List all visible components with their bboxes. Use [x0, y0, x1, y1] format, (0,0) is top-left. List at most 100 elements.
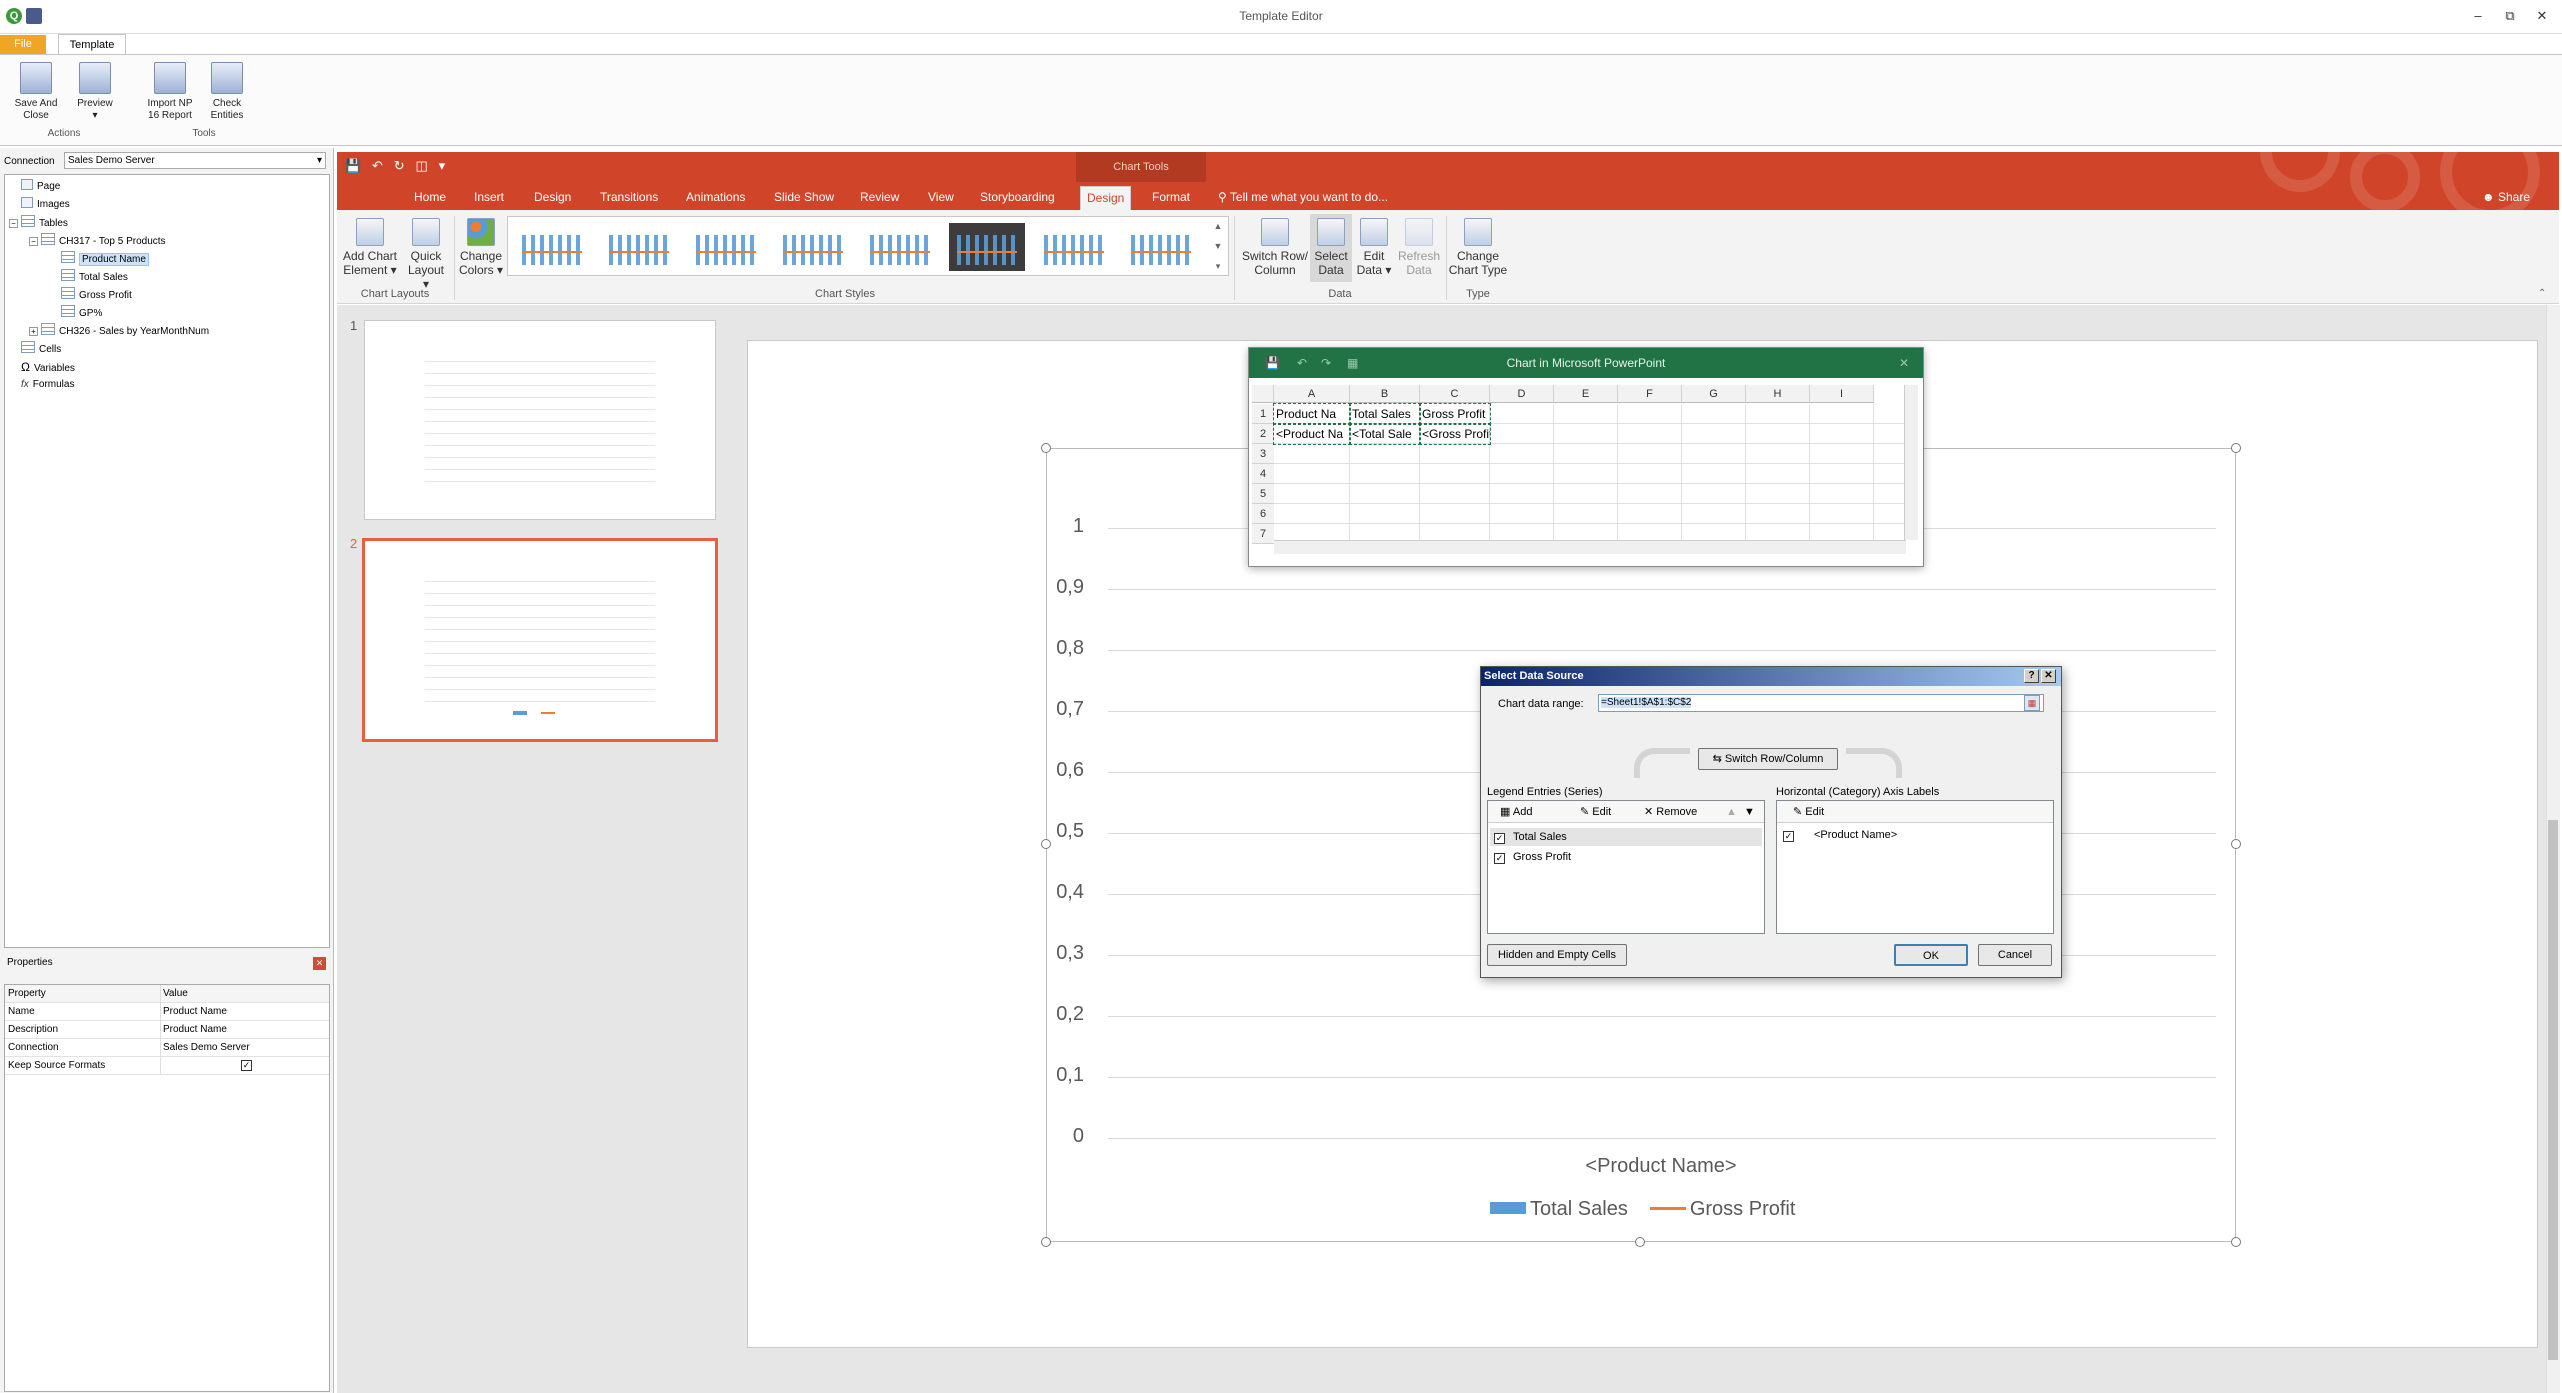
tab-chart-design[interactable]: Design: [1080, 186, 1132, 210]
hidden-and-empty-cells-button[interactable]: Hidden and Empty Cells: [1487, 944, 1627, 966]
series-item-gross-profit[interactable]: ✓ Gross Profit: [1490, 848, 1762, 866]
move-down-icon[interactable]: ▼: [1744, 803, 1755, 821]
column-header[interactable]: E: [1554, 385, 1618, 403]
tab-animations[interactable]: Animations: [680, 186, 751, 210]
refresh-data-button[interactable]: Refresh Data: [1396, 218, 1442, 277]
tree-item-total-sales[interactable]: Total Sales: [61, 269, 128, 285]
redo-icon[interactable]: ↻: [394, 158, 405, 173]
tell-me-search[interactable]: ⚲ Tell me what you want to do...: [1218, 186, 1388, 208]
tree-item-images[interactable]: Images: [21, 197, 70, 213]
series-item-total-sales[interactable]: ✓ Total Sales: [1490, 828, 1762, 846]
resize-handle[interactable]: [1041, 443, 1051, 453]
column-header[interactable]: D: [1490, 385, 1554, 403]
row-header[interactable]: 4: [1252, 464, 1274, 484]
tab-format[interactable]: Format: [1146, 186, 1196, 210]
edit-data-button[interactable]: Edit Data ▾: [1354, 218, 1394, 277]
cell-a1[interactable]: Product Na: [1273, 403, 1351, 425]
chart-style-8[interactable]: [1123, 223, 1199, 271]
undo-icon[interactable]: ↶: [372, 158, 383, 173]
import-report-button[interactable]: Import NP 16 Report: [140, 62, 200, 122]
property-row[interactable]: Keep Source Formats ✓: [5, 1057, 329, 1075]
ok-button[interactable]: OK: [1894, 944, 1968, 966]
preview-button[interactable]: Preview ▾: [70, 62, 120, 122]
tab-transitions[interactable]: Transitions: [594, 186, 664, 210]
category-item[interactable]: ✓ <Product Name>: [1779, 826, 2051, 844]
start-presentation-icon[interactable]: ◫: [416, 158, 428, 173]
template-tab[interactable]: Template: [58, 34, 126, 55]
column-header[interactable]: G: [1682, 385, 1746, 403]
file-tab[interactable]: File: [0, 35, 46, 54]
column-header[interactable]: A: [1274, 385, 1350, 403]
slide-thumbnail-1[interactable]: [364, 320, 716, 520]
restore-icon[interactable]: ⧉: [2498, 6, 2522, 26]
chart-data-range-input[interactable]: =Sheet1!$A$1:$C$2: [1598, 694, 2044, 712]
tree-item-variables[interactable]: Ω Variables: [21, 359, 75, 375]
property-row[interactable]: Name Product Name: [5, 1003, 329, 1021]
series-checkbox[interactable]: ✓: [1494, 833, 1505, 844]
resize-handle[interactable]: [1635, 1237, 1645, 1247]
collapse-icon[interactable]: −: [9, 219, 18, 228]
scrollbar-thumb[interactable]: [2548, 820, 2558, 1360]
tab-home[interactable]: Home: [408, 186, 452, 210]
horizontal-scrollbar[interactable]: [1274, 540, 1906, 554]
cell-b1[interactable]: Total Sales: [1349, 403, 1421, 425]
tab-review[interactable]: Review: [854, 186, 905, 210]
customize-qat-icon[interactable]: ▾: [439, 158, 446, 173]
change-colors-button[interactable]: Change Colors ▾: [458, 218, 504, 277]
row-header[interactable]: 5: [1252, 484, 1274, 504]
cell-c2[interactable]: <Gross Profit>: [1419, 423, 1491, 445]
resize-handle[interactable]: [2231, 443, 2241, 453]
row-header[interactable]: 6: [1252, 504, 1274, 524]
tab-insert[interactable]: Insert: [468, 186, 510, 210]
chart-style-4[interactable]: [775, 223, 851, 271]
tree-item-tables[interactable]: − Tables: [9, 215, 68, 231]
series-checkbox[interactable]: ✓: [1494, 853, 1505, 864]
chart-style-3[interactable]: [688, 223, 764, 271]
property-row[interactable]: Connection Sales Demo Server: [5, 1039, 329, 1057]
tree-item-cells[interactable]: Cells: [21, 341, 61, 357]
cell-a2[interactable]: <Product Na: [1273, 423, 1351, 445]
chart-style-1[interactable]: [514, 223, 590, 271]
expand-icon[interactable]: +: [29, 327, 38, 336]
row-header[interactable]: 7: [1252, 524, 1274, 544]
connection-select[interactable]: Sales Demo Server ▾: [64, 152, 326, 169]
column-header[interactable]: C: [1420, 385, 1490, 403]
cell-b2[interactable]: <Total Sale: [1349, 423, 1421, 445]
dialog-close-button[interactable]: ✕: [2041, 669, 2056, 683]
tree-item-gross-profit[interactable]: Gross Profit: [61, 287, 132, 303]
resize-handle[interactable]: [2231, 1237, 2241, 1247]
add-chart-element-button[interactable]: Add Chart Element ▾: [342, 218, 398, 277]
row-header[interactable]: 1: [1252, 404, 1274, 424]
save-and-close-button[interactable]: Save And Close: [8, 62, 64, 122]
help-button[interactable]: ?: [2024, 669, 2039, 683]
close-icon[interactable]: ✕: [1899, 348, 1909, 378]
chart-legend[interactable]: Total Sales Gross Profit: [1490, 1198, 1795, 1221]
add-series-button[interactable]: ▦ Add: [1500, 803, 1532, 821]
save-icon[interactable]: 💾: [345, 158, 361, 173]
vertical-scrollbar[interactable]: [1904, 385, 1918, 540]
property-row[interactable]: Description Product Name: [5, 1021, 329, 1039]
tree-item-formulas[interactable]: fx Formulas: [21, 377, 74, 393]
gallery-scroll[interactable]: ▲ ▼ ▾: [1212, 216, 1224, 276]
tree-item-page[interactable]: Page: [21, 179, 60, 195]
tree-item-ch326[interactable]: + CH326 - Sales by YearMonthNum: [29, 323, 209, 339]
column-header[interactable]: F: [1618, 385, 1682, 403]
select-data-button[interactable]: Select Data: [1310, 214, 1352, 282]
switch-row-column-button[interactable]: ⇆ Switch Row/Column: [1698, 748, 1838, 770]
change-chart-type-button[interactable]: Change Chart Type: [1448, 218, 1508, 277]
remove-series-button[interactable]: ✕ Remove: [1644, 803, 1697, 821]
edit-axis-labels-button[interactable]: ✎ Edit: [1793, 803, 1824, 821]
chart-style-6[interactable]: [949, 223, 1025, 271]
column-header[interactable]: B: [1350, 385, 1420, 403]
select-all-corner[interactable]: [1252, 385, 1274, 403]
close-icon[interactable]: ✕: [2530, 6, 2554, 26]
cell-c1[interactable]: Gross Profit: [1419, 403, 1491, 425]
category-checkbox[interactable]: ✓: [1783, 831, 1794, 842]
minimize-icon[interactable]: –: [2466, 6, 2490, 26]
tree-item-product-name[interactable]: Product Name: [61, 251, 149, 267]
keep-source-checkbox[interactable]: ✓: [241, 1060, 252, 1071]
switch-row-column-button[interactable]: Switch Row/ Column: [1238, 218, 1312, 277]
tab-design[interactable]: Design: [528, 186, 577, 210]
chart-style-7[interactable]: [1036, 223, 1112, 271]
resize-handle[interactable]: [2231, 839, 2241, 849]
